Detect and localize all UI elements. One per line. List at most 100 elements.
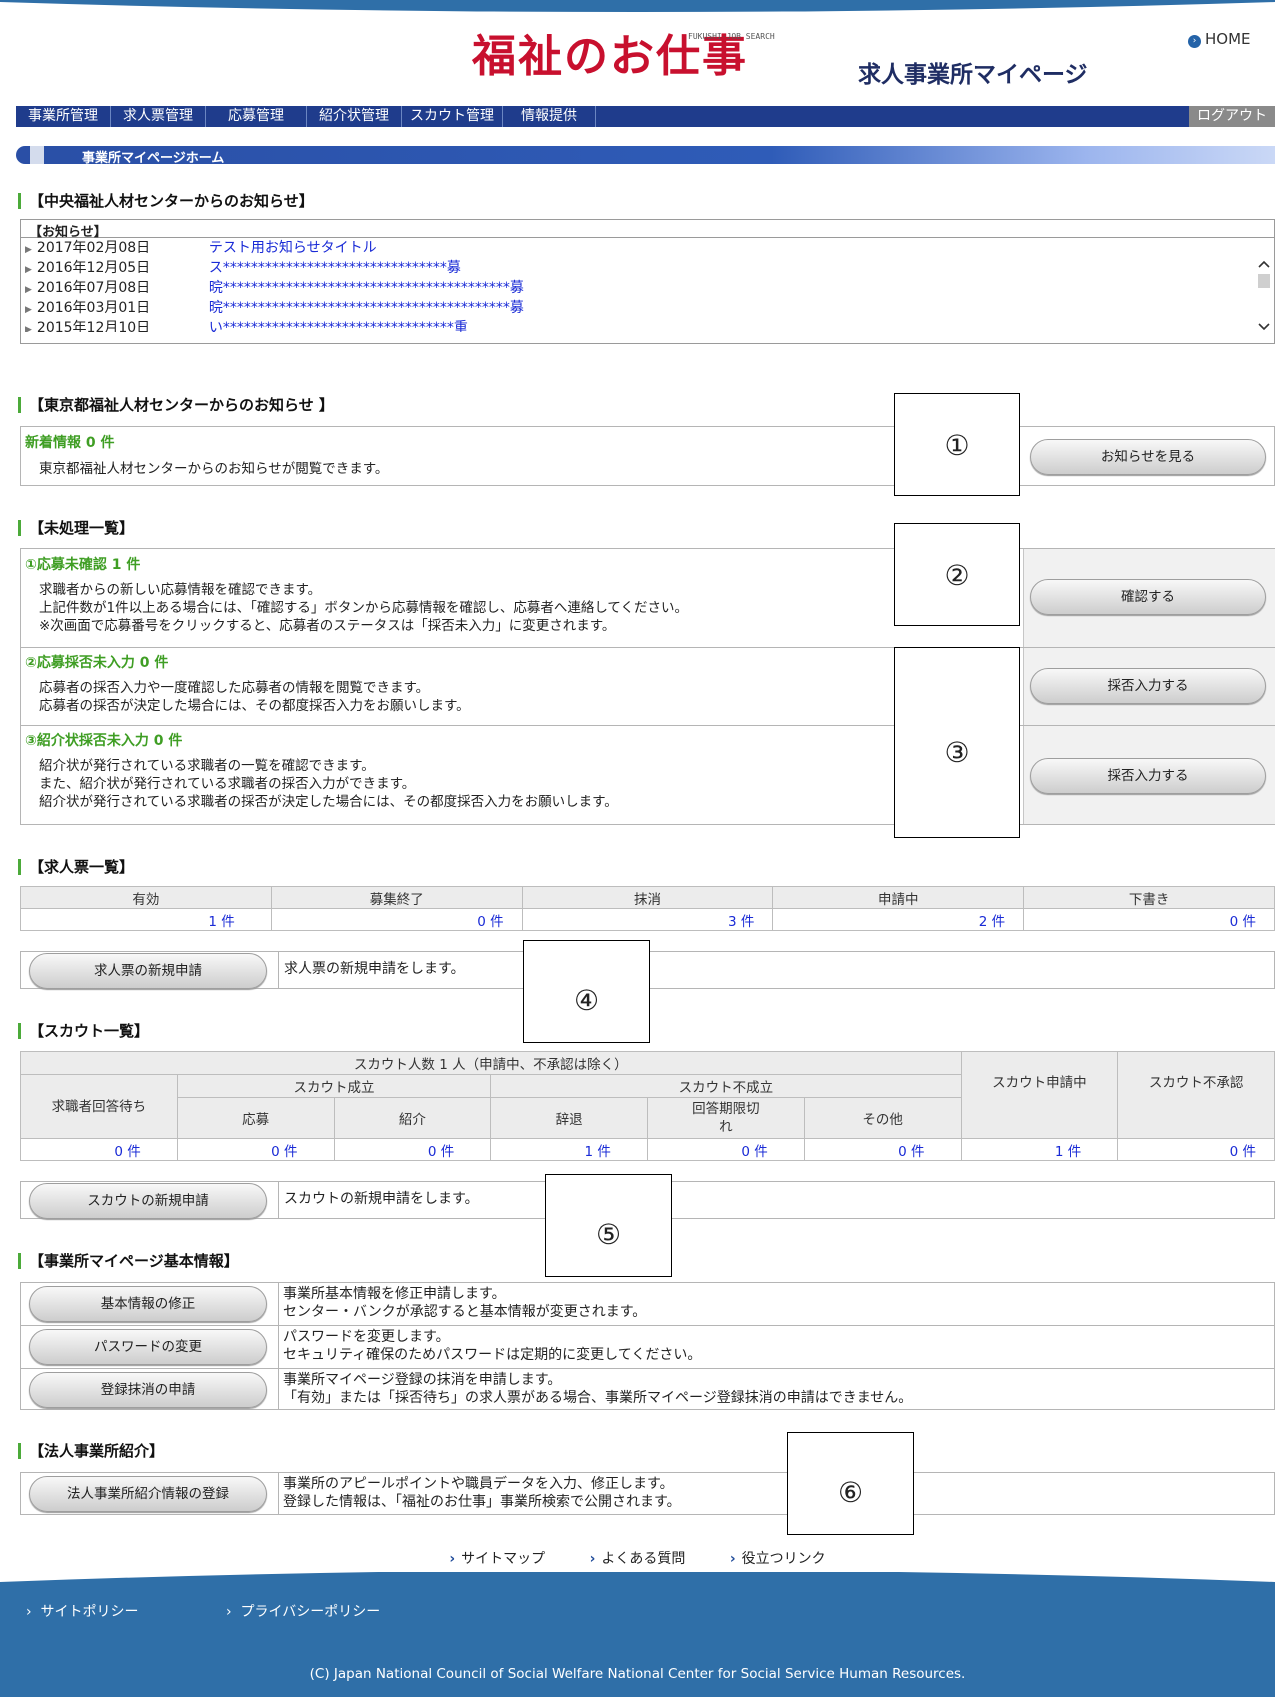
pending-desc-line: ※次画面で応募番号をクリックすると、応募者のステータスは「採否未入力」に変更され… — [39, 618, 616, 634]
chevron-right-icon: › — [449, 1551, 456, 1567]
pending-title: 【未処理一覧】 — [18, 520, 134, 536]
notice-link[interactable]: い*********************************重 — [209, 320, 468, 332]
page-subtitle: 求人事業所マイページ — [858, 62, 1088, 88]
nav-info[interactable]: 情報提供 — [503, 106, 596, 127]
triangle-icon: ▶ — [25, 265, 32, 275]
footer-link-faq[interactable]: › よくある質問 — [590, 1551, 686, 1567]
main-nav: 事業所管理 求人票管理 応募管理 紹介状管理 スカウト管理 情報提供 ログアウト — [16, 106, 1275, 127]
site-policy-link[interactable]: › サイトポリシー — [26, 1601, 139, 1621]
nav-scout[interactable]: スカウト管理 — [402, 106, 503, 127]
divider — [21, 1368, 1275, 1369]
divider — [278, 1473, 279, 1514]
scout-success-header: スカウト成立 — [176, 1074, 492, 1098]
notice-link[interactable]: 晥***************************************… — [209, 300, 524, 316]
pending-desc-line: 応募者の採否入力や一度確認した応募者の情報を閲覧できます。 — [39, 680, 430, 696]
deregister-button[interactable]: 登録抹消の申請 — [29, 1372, 267, 1408]
basic-desc-line: 事業所マイページ登録の抹消を申請します。 — [283, 1372, 562, 1388]
triangle-icon: ▶ — [25, 325, 32, 332]
corp-desc-line: 登録した情報は、「福祉のお仕事」事業所検索で公開されます。 — [283, 1494, 681, 1510]
divider — [278, 952, 279, 988]
jobs-count[interactable]: 0 件 — [1023, 908, 1275, 931]
scout-count[interactable]: 0 件 — [803, 1138, 962, 1161]
scout-count[interactable]: 1 件 — [960, 1138, 1119, 1161]
jobs-header: 抹消 — [521, 886, 774, 909]
nav-applications[interactable]: 応募管理 — [206, 106, 307, 127]
scout-count[interactable]: 1 件 — [490, 1138, 648, 1161]
home-link[interactable]: › HOME — [1188, 30, 1251, 48]
scout-count[interactable]: 0 件 — [333, 1138, 492, 1161]
new-scout-button[interactable]: スカウトの新規申請 — [29, 1183, 267, 1219]
footer-link-sitemap[interactable]: › サイトマップ — [449, 1551, 545, 1567]
confirm-button[interactable]: 確認する — [1030, 579, 1266, 615]
copyright: (C) Japan National Council of Social Wel… — [309, 1666, 966, 1682]
nav-office[interactable]: 事業所管理 — [16, 106, 111, 127]
pending-unconfirmed-count: ①応募未確認 1 件 — [25, 557, 141, 573]
divider — [278, 1283, 279, 1409]
home-label: HOME — [1205, 30, 1251, 48]
nav-referrals[interactable]: 紹介状管理 — [307, 106, 402, 127]
chevron-right-icon: › — [589, 1551, 596, 1567]
scout-waiting-header: 求職者回答待ち — [20, 1074, 178, 1139]
register-corp-info-button[interactable]: 法人事業所紹介情報の登録 — [29, 1476, 267, 1512]
jobs-count[interactable]: 3 件 — [521, 908, 774, 931]
pending-desc-line: 応募者の採否が決定した場合には、その都度採否入力をお願いします。 — [39, 698, 470, 714]
scout-subheader: 回答期限切れ — [646, 1097, 805, 1139]
new-job-button[interactable]: 求人票の新規申請 — [29, 953, 267, 989]
pending-desc-line: 紹介状が発行されている求職者の採否が決定した場合には、その都度採否入力をお願いし… — [39, 794, 618, 810]
notice-link[interactable]: 晥***************************************… — [209, 280, 524, 296]
scout-subheader: 応募 — [176, 1097, 335, 1139]
notice-date: 2016年12月05日 — [36, 260, 151, 276]
basic-desc-line: 「有効」または「採否待ち」の求人票がある場合、事業所マイページ登録抹消の申請はで… — [283, 1390, 913, 1406]
privacy-policy-link[interactable]: › プライバシーポリシー — [226, 1601, 380, 1621]
notice-header: 【お知らせ】 — [21, 220, 1274, 240]
basic-desc-line: 事業所基本情報を修正申請します。 — [283, 1286, 506, 1302]
site-logo[interactable]: 福祉のお仕事 — [472, 20, 748, 84]
jobs-table: 有効 募集終了 抹消 申請中 下書き 1 件 0 件 3 件 2 件 0 件 — [20, 886, 1275, 931]
breadcrumb: 事業所マイページホーム — [16, 146, 1275, 166]
divider — [21, 1325, 1275, 1326]
tokyo-notice-box: 新着情報 0 件 東京都福祉人材センターからのお知らせが閲覧できます。 お知らせ… — [20, 426, 1275, 486]
pending-box: ①応募未確認 1 件 求職者からの新しい応募情報を確認できます。 上記件数が1件… — [20, 548, 1275, 825]
logout-button[interactable]: ログアウト — [1189, 106, 1275, 127]
edit-basic-info-button[interactable]: 基本情報の修正 — [29, 1286, 267, 1322]
scout-applying-header: スカウト申請中 — [960, 1051, 1119, 1139]
footer-link-useful[interactable]: › 役立つリンク — [730, 1551, 826, 1567]
scout-count[interactable]: 0 件 — [176, 1138, 335, 1161]
scout-subheader: その他 — [803, 1097, 962, 1139]
top-wave-decoration — [0, 0, 1275, 12]
corp-title: 【法人事業所紹介】 — [18, 1443, 164, 1459]
tokyo-notice-desc: 東京都福祉人材センターからのお知らせが閲覧できます。 — [39, 461, 389, 477]
scout-count[interactable]: 0 件 — [20, 1138, 178, 1161]
breadcrumb-label: 事業所マイページホーム — [82, 151, 225, 166]
corp-desc-line: 事業所のアピールポイントや職員データを入力、修正します。 — [283, 1476, 674, 1492]
pending-desc-line: 紹介状が発行されている求職者の一覧を確認できます。 — [39, 758, 375, 774]
jobs-count[interactable]: 2 件 — [772, 908, 1025, 931]
notice-row: ▶ 2016年03月01日 晥***************************… — [21, 298, 1274, 318]
basic-desc-line: センター・バンクが承認すると基本情報が変更されます。 — [283, 1304, 647, 1320]
scout-table: スカウト人数 1 人（申請中、不承認は除く） スカウト申請中 スカウト不承認 求… — [20, 1051, 1275, 1161]
notice-link[interactable]: ス********************************募 — [209, 260, 461, 276]
scout-count[interactable]: 0 件 — [646, 1138, 805, 1161]
pending-desc-line: 求職者からの新しい応募情報を確認できます。 — [39, 582, 322, 598]
annotation-1: ① — [894, 393, 1020, 496]
corp-box: 法人事業所紹介情報の登録 事業所のアピールポイントや職員データを入力、修正します… — [20, 1472, 1275, 1515]
jobs-count[interactable]: 0 件 — [270, 908, 523, 931]
jobs-header: 有効 — [20, 886, 272, 909]
jobs-header: 募集終了 — [270, 886, 523, 909]
scout-count[interactable]: 0 件 — [1117, 1138, 1275, 1161]
new-job-desc: 求人票の新規申請をします。 — [284, 961, 465, 977]
view-notices-button[interactable]: お知らせを見る — [1030, 439, 1266, 475]
triangle-icon: ▶ — [25, 285, 32, 295]
notice-row: ▶ 2015年12月10日 い***************************… — [21, 318, 1274, 332]
notice-link[interactable]: テスト用お知らせタイトル — [209, 240, 377, 256]
chevron-right-icon: › — [1188, 35, 1201, 48]
notice-scrollbar[interactable] — [1256, 258, 1272, 338]
jobs-count[interactable]: 1 件 — [20, 908, 272, 931]
nav-jobs[interactable]: 求人票管理 — [111, 106, 206, 127]
divider — [21, 725, 1275, 726]
enter-decision-button[interactable]: 採否入力する — [1030, 668, 1266, 704]
change-password-button[interactable]: パスワードの変更 — [29, 1329, 267, 1365]
enter-referral-decision-button[interactable]: 採否入力する — [1030, 758, 1266, 794]
notice-date: 2015年12月10日 — [36, 320, 151, 332]
annotation-3: ③ — [894, 647, 1020, 838]
